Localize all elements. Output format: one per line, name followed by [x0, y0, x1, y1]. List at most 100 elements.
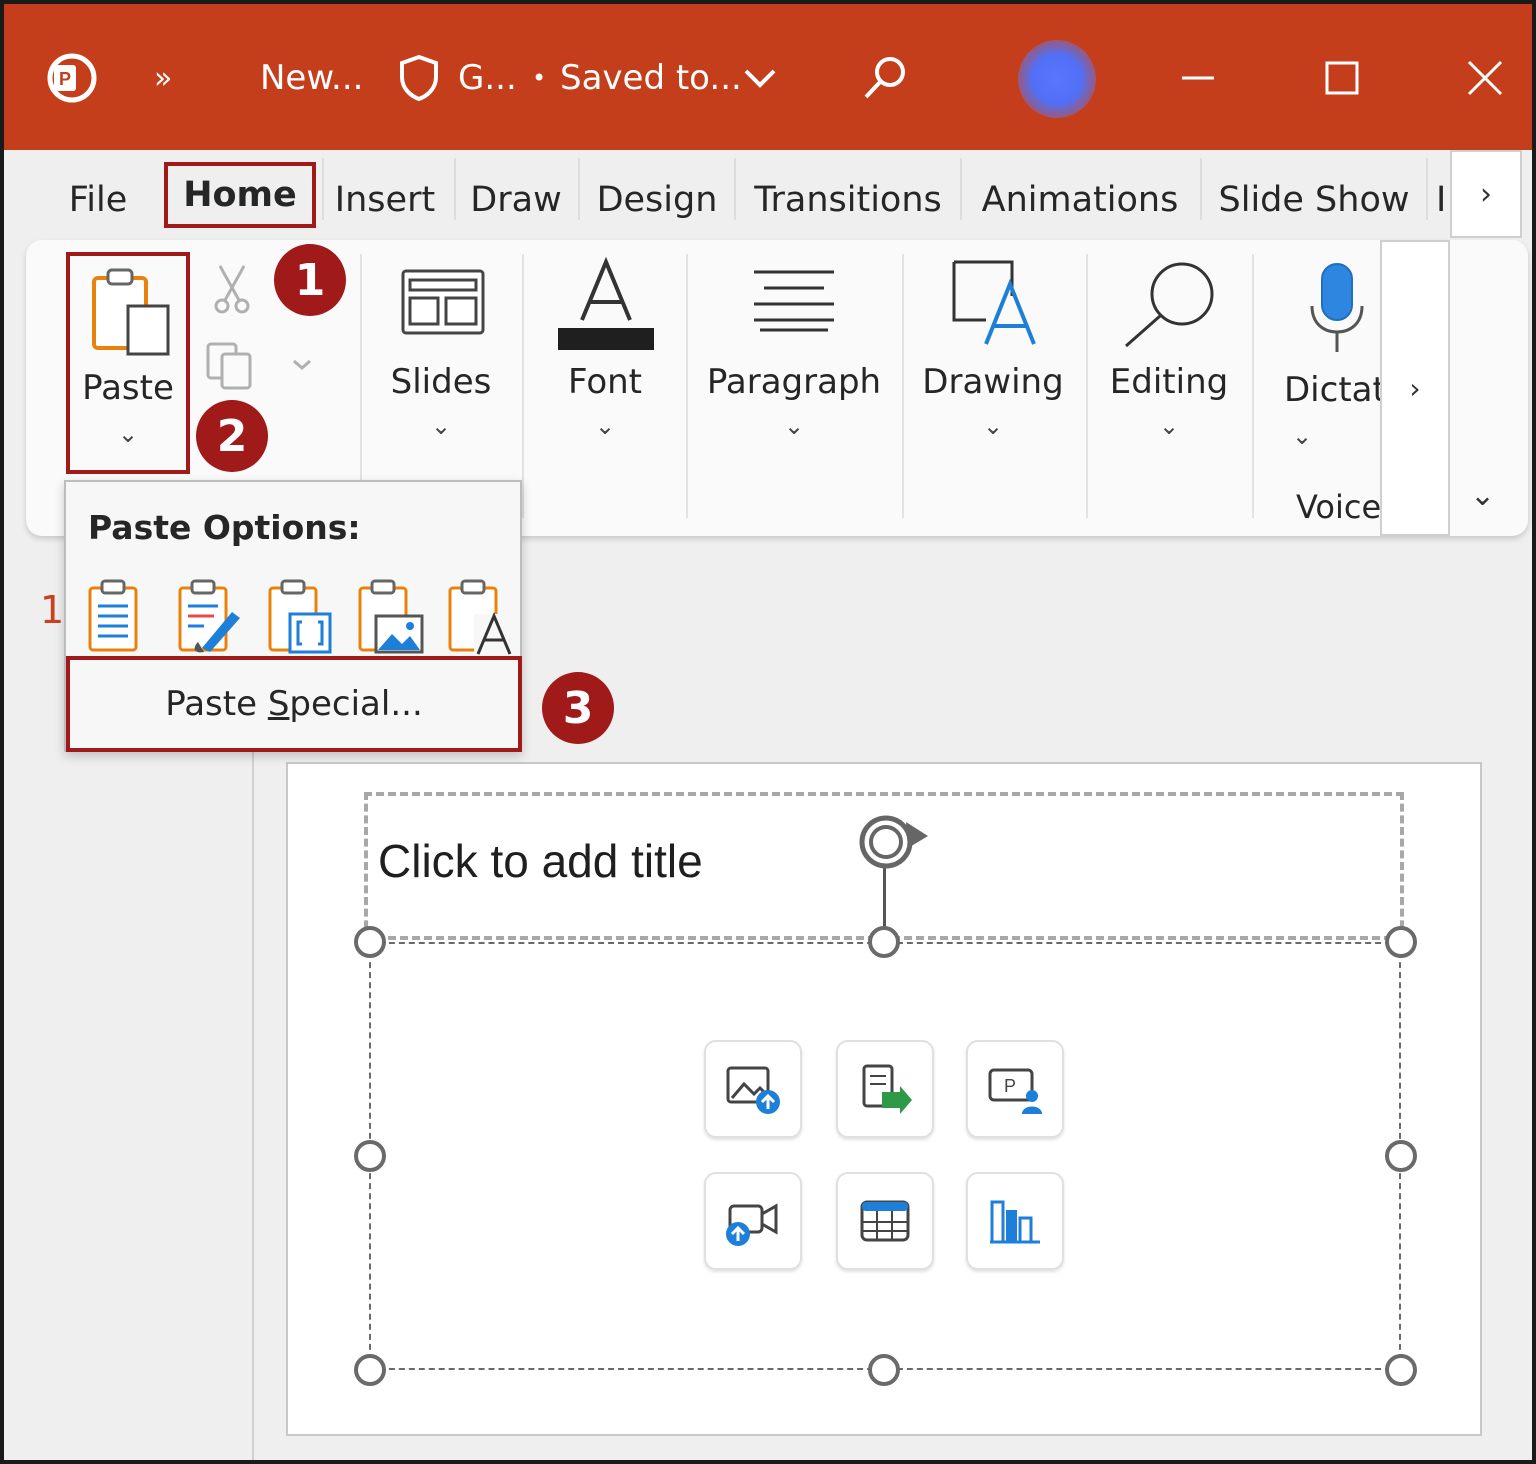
shield-icon[interactable]	[396, 48, 442, 108]
group-divider	[902, 254, 904, 518]
svg-text:P: P	[1004, 1076, 1016, 1096]
resize-handle[interactable]	[1385, 1140, 1417, 1172]
tab-divider	[322, 158, 324, 220]
file-name[interactable]: New...	[260, 48, 363, 108]
resize-handle[interactable]	[354, 1140, 386, 1172]
tab-insert[interactable]: Insert	[328, 172, 442, 228]
paste-options-title: Paste Options:	[88, 508, 361, 547]
tab-transitions[interactable]: Transitions	[748, 172, 948, 228]
tab-scroll-right-button[interactable]: ›	[1450, 150, 1522, 238]
paste-special-access-key: S	[267, 684, 290, 724]
tab-home[interactable]: Home	[164, 162, 316, 228]
minimize-icon[interactable]	[1180, 48, 1216, 108]
chevron-down-icon[interactable]: ⌄	[376, 412, 506, 440]
ribbon-tab-bar: File Home Insert Draw Design Transitions…	[4, 150, 1532, 240]
powerpoint-window: P » New... G... • Saved to... File Home …	[0, 0, 1536, 1464]
slide-number: 1	[40, 588, 65, 632]
dictate-button[interactable]: Dictat ⌄	[1270, 240, 1380, 530]
title-placeholder-text[interactable]: Click to add title	[378, 834, 703, 888]
step-badge-3: 3	[542, 672, 614, 744]
paste-options-dropdown: Paste Options: Paste S pecial...	[64, 480, 522, 752]
font-label: Font	[567, 362, 643, 402]
rotation-stem	[883, 866, 886, 928]
group-divider	[1252, 254, 1254, 518]
resize-handle[interactable]	[354, 926, 386, 958]
chevron-down-icon[interactable]: ⌄	[1102, 412, 1236, 440]
ribbon-scroll-right-button[interactable]: ›	[1380, 240, 1450, 536]
shapes-icon	[952, 260, 1036, 345]
use-destination-theme-icon[interactable]	[84, 578, 156, 656]
rotate-handle-icon[interactable]	[850, 808, 934, 874]
resize-handle[interactable]	[1385, 1354, 1417, 1386]
copy-dropdown-chevron-icon[interactable]	[290, 358, 314, 372]
tab-divider	[1426, 158, 1428, 220]
insert-pictures-icon[interactable]	[704, 1040, 802, 1138]
paragraph-group-button[interactable]: Paragraph ⌄	[702, 240, 886, 530]
group-divider	[522, 254, 524, 518]
picture-icon[interactable]	[354, 578, 426, 656]
ribbon-display-options-chevron-icon[interactable]: ⌄	[1470, 478, 1495, 513]
maximize-icon[interactable]	[1324, 48, 1360, 108]
quick-access-more-button[interactable]: »	[154, 48, 172, 108]
tab-draw[interactable]: Draw	[462, 172, 570, 228]
paragraph-align-icon	[754, 270, 834, 332]
paste-highlight-box	[66, 252, 190, 474]
tab-animations[interactable]: Animations	[978, 172, 1182, 228]
save-status[interactable]: Saved to...	[560, 48, 742, 108]
insert-video-icon[interactable]	[704, 1172, 802, 1270]
drawing-label: Drawing	[922, 362, 1064, 402]
search-icon[interactable]	[860, 48, 910, 108]
drawing-group-button[interactable]: Drawing ⌄	[918, 240, 1068, 530]
insert-slide-reuse-icon[interactable]	[836, 1040, 934, 1138]
font-group-button[interactable]: Font ⌄	[540, 240, 670, 530]
resize-handle[interactable]	[1385, 926, 1417, 958]
resize-handle[interactable]	[354, 1354, 386, 1386]
embed-icon[interactable]	[264, 578, 336, 656]
tab-partial[interactable]: I	[1436, 172, 1450, 228]
tab-divider	[1200, 158, 1202, 220]
tab-divider	[454, 158, 456, 220]
find-icon	[1125, 262, 1214, 348]
title-bar: P » New... G... • Saved to...	[4, 4, 1532, 150]
chevron-down-icon[interactable]: ⌄	[1292, 422, 1312, 450]
insert-cameo-icon[interactable]: P	[966, 1040, 1064, 1138]
powerpoint-logo-icon[interactable]: P	[44, 48, 100, 108]
content-placeholder[interactable]	[369, 942, 1401, 1370]
group-divider	[686, 254, 688, 518]
avatar[interactable]	[1018, 40, 1096, 118]
tab-divider	[960, 158, 962, 220]
step-badge-2: 2	[196, 400, 268, 472]
editing-group-button[interactable]: Editing ⌄	[1102, 240, 1236, 530]
step-badge-1: 1	[274, 244, 346, 316]
keep-text-only-icon[interactable]	[444, 578, 516, 656]
copy-icon[interactable]	[204, 340, 258, 390]
group-divider	[360, 254, 362, 518]
insert-table-icon[interactable]	[836, 1172, 934, 1270]
keep-source-formatting-icon[interactable]	[174, 578, 246, 656]
svg-text:P: P	[59, 69, 71, 89]
tab-slide-show[interactable]: Slide Show	[1214, 172, 1414, 228]
chevron-down-icon[interactable]: ⌄	[918, 412, 1068, 440]
chevron-down-icon[interactable]: ⌄	[540, 412, 670, 440]
paste-special-label-end: pecial...	[289, 684, 423, 724]
sensitivity-label[interactable]: G...	[458, 48, 517, 108]
resize-handle[interactable]	[868, 1354, 900, 1386]
paste-special-label-start: Paste	[165, 684, 268, 724]
cut-icon[interactable]	[210, 262, 254, 316]
tab-divider	[578, 158, 580, 220]
microphone-icon	[1310, 263, 1364, 352]
tab-divider	[734, 158, 736, 220]
paragraph-label: Paragraph	[706, 362, 882, 402]
voice-group-label: Voice	[1296, 488, 1382, 526]
tab-design[interactable]: Design	[590, 172, 724, 228]
tab-file[interactable]: File	[48, 172, 148, 228]
close-icon[interactable]	[1466, 48, 1504, 108]
chevron-down-icon[interactable]	[742, 48, 778, 108]
paste-special-menu-item[interactable]: Paste Special...	[66, 656, 522, 752]
editing-label: Editing	[1109, 362, 1229, 402]
resize-handle[interactable]	[868, 926, 900, 958]
chevron-down-icon[interactable]: ⌄	[702, 412, 886, 440]
slides-label: Slides	[390, 362, 492, 402]
slide-layout-icon	[401, 269, 485, 335]
insert-chart-icon[interactable]	[966, 1172, 1064, 1270]
